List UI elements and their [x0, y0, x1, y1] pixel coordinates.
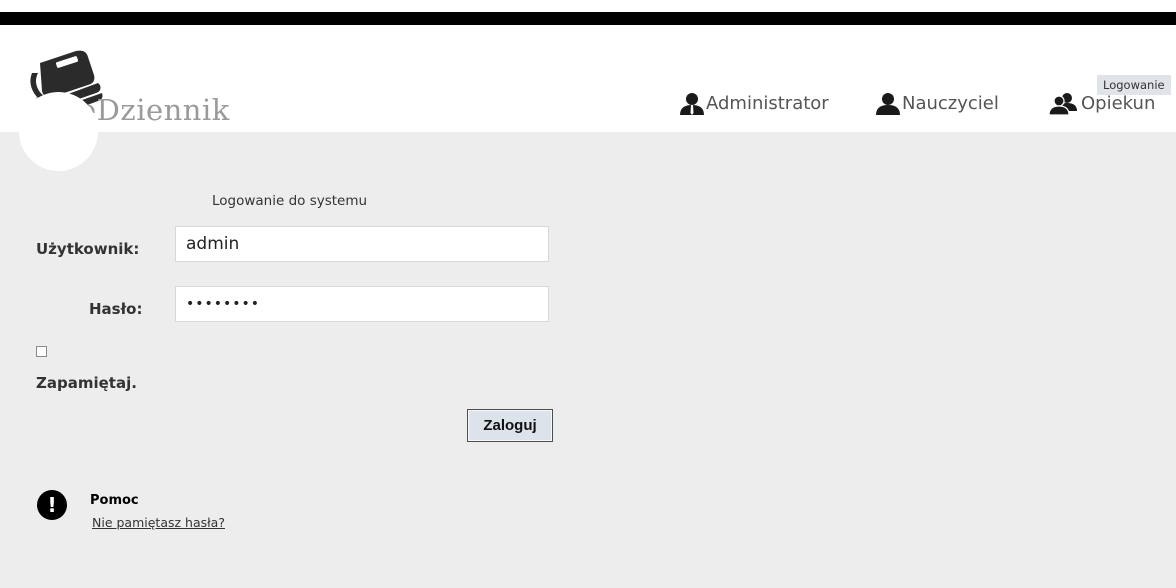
admin-user-icon [680, 93, 704, 115]
username-input[interactable]: admin [175, 226, 549, 262]
nav-opiekun[interactable]: Opiekun [1049, 93, 1155, 115]
password-input[interactable]: •••••••• [175, 286, 549, 322]
exclamation-icon: ! [37, 490, 67, 520]
guardian-users-icon [1049, 93, 1077, 115]
logo-circle-decoration [19, 92, 98, 171]
remember-label: Zapamiętaj. [36, 374, 137, 392]
header: eDziennik Logowanie Administrator Nauczy… [0, 25, 1176, 132]
nav-nauczyciel[interactable]: Nauczyciel [876, 93, 999, 115]
nav-administrator[interactable]: Administrator [680, 93, 829, 115]
forgot-password-link[interactable]: Nie pamiętasz hasła? [92, 515, 225, 530]
help-title: Pomoc [90, 493, 139, 508]
top-black-bar [0, 12, 1176, 25]
login-button[interactable]: Zaloguj [467, 409, 553, 442]
nav-label: Administrator [706, 93, 829, 114]
login-form-title: Logowanie do systemu [212, 193, 368, 209]
nav-label: Nauczyciel [902, 93, 999, 114]
username-label: Użytkownik: [36, 240, 140, 258]
logo-text[interactable]: eDziennik [79, 93, 230, 127]
remember-checkbox[interactable] [36, 346, 47, 357]
teacher-user-icon [876, 93, 900, 115]
top-margin [0, 0, 1176, 12]
nav-label: Opiekun [1081, 93, 1156, 114]
login-link[interactable]: Logowanie [1097, 75, 1171, 95]
password-label: Hasło: [89, 300, 143, 318]
